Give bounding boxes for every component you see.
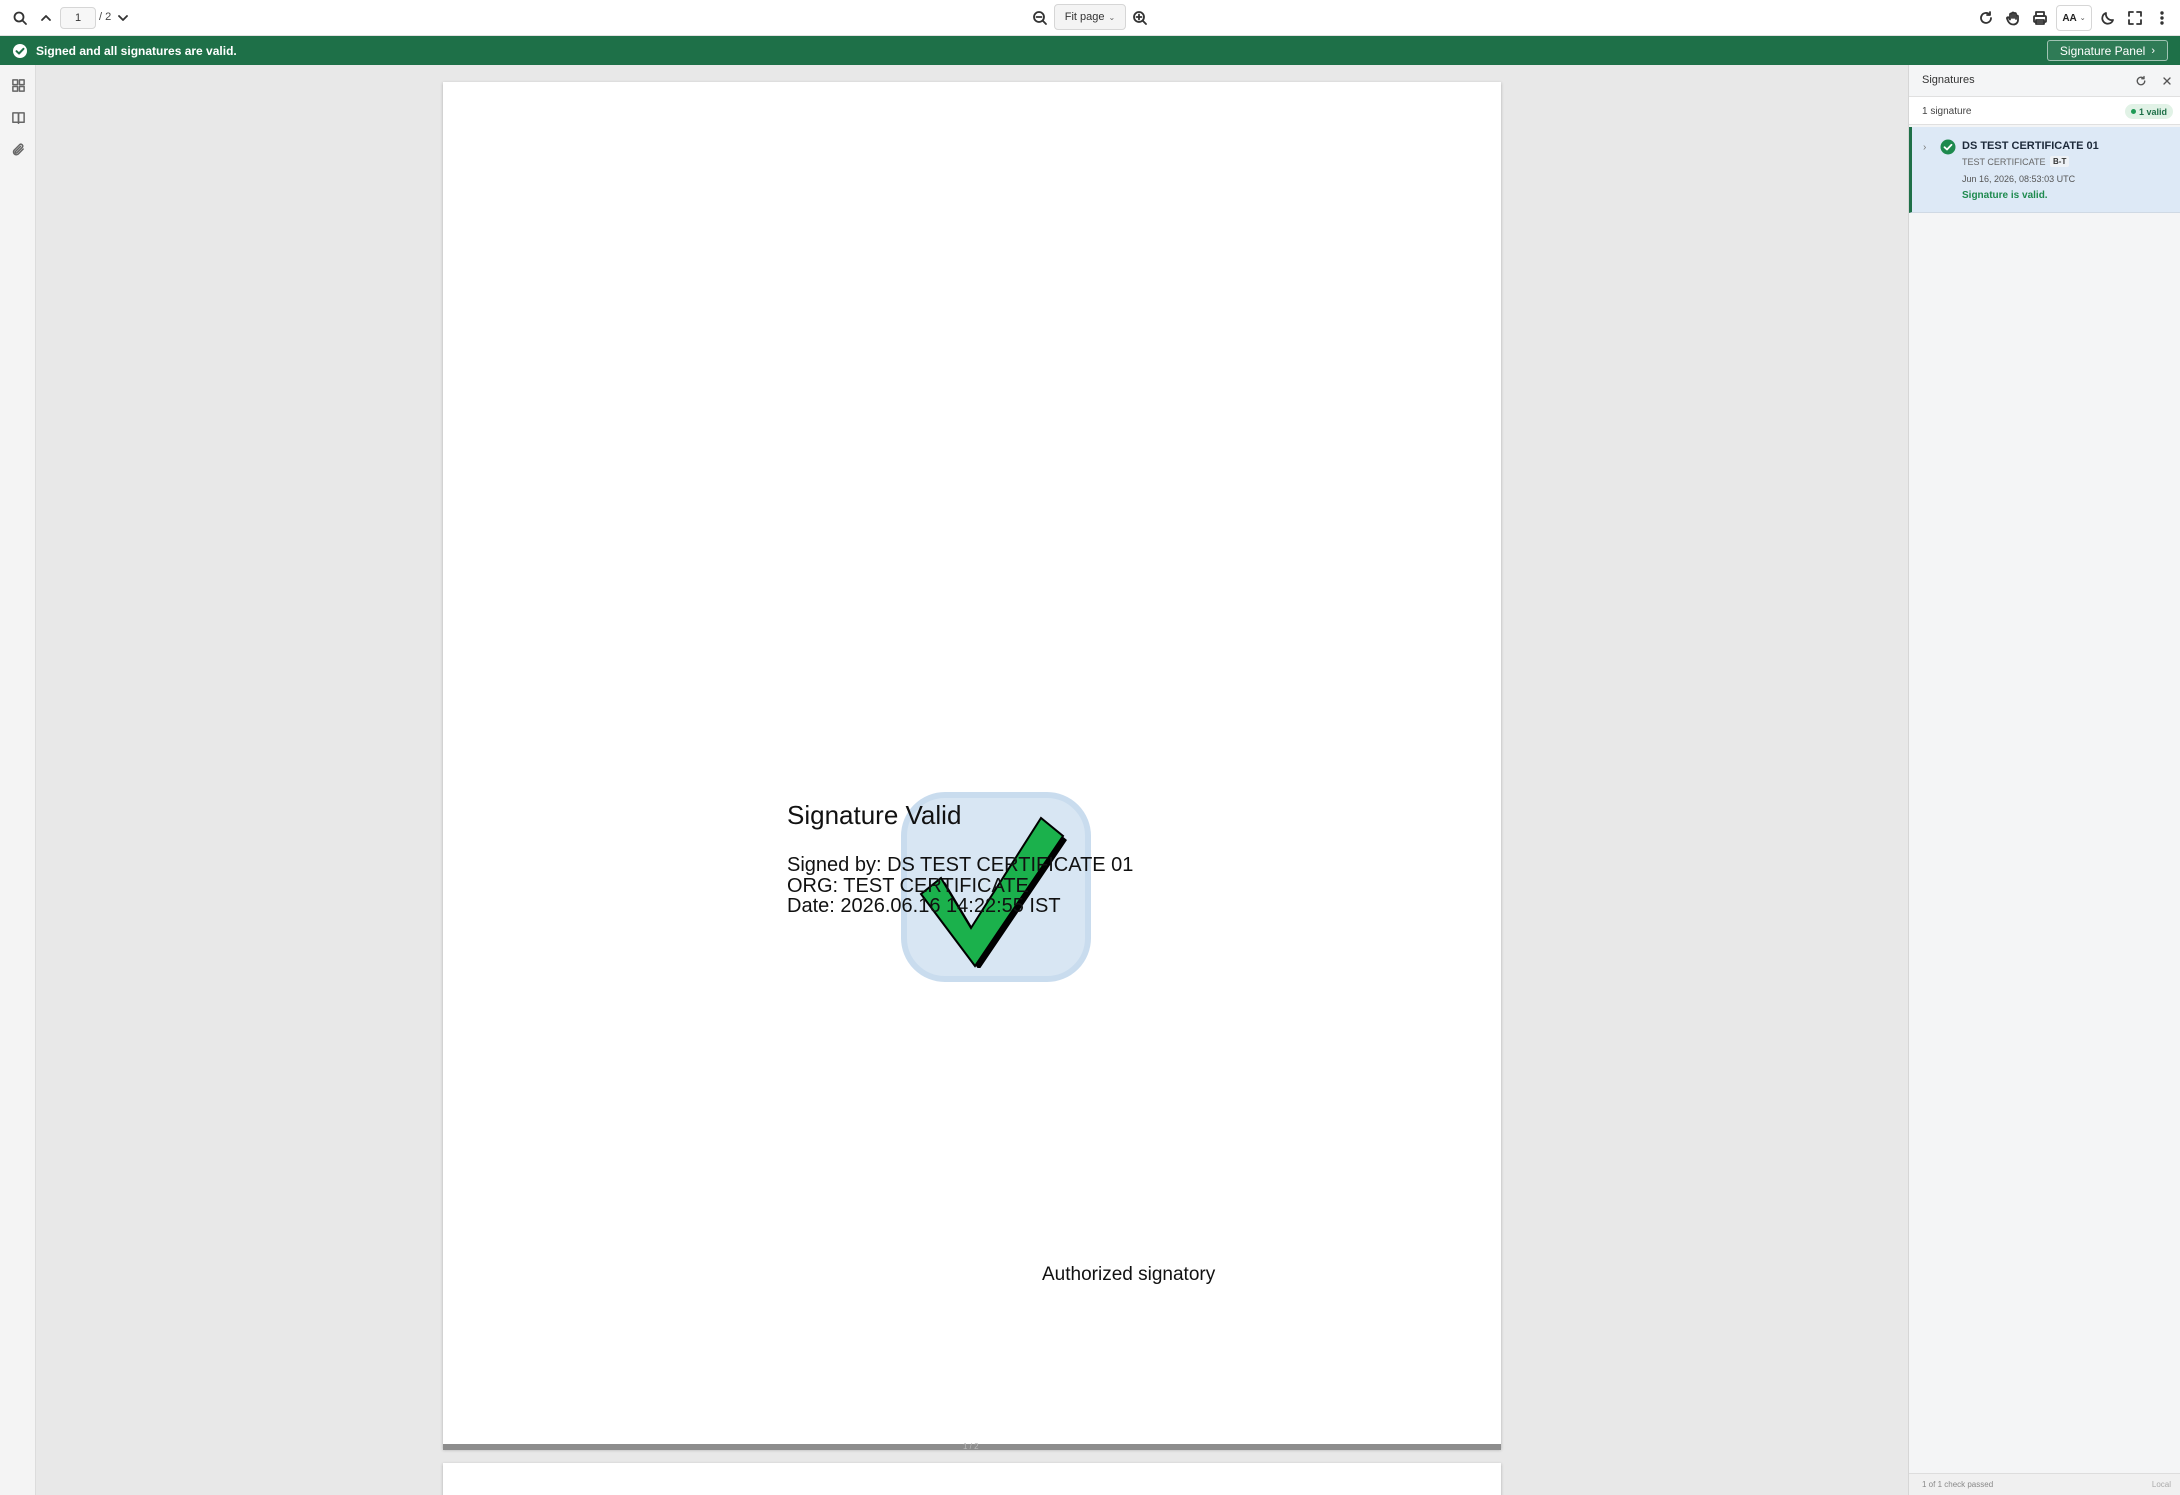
signature-status: Signature is valid. xyxy=(1962,190,2048,201)
refresh-icon[interactable] xyxy=(2133,73,2149,89)
shield-check-icon xyxy=(13,43,27,58)
left-rail xyxy=(0,65,36,1495)
signature-level-badge: B-T xyxy=(2050,156,2070,167)
refresh-icon[interactable] xyxy=(1974,6,1998,30)
signer-name: DS TEST CERTIFICATE 01 xyxy=(1962,140,2099,152)
valid-check-icon xyxy=(1940,139,1956,155)
signature-date: Jun 16, 2026, 08:53:03 UTC xyxy=(1962,174,2076,184)
print-icon[interactable] xyxy=(2028,6,2052,30)
signatures-panel-header: Signatures xyxy=(1909,65,2180,97)
pdf-page-2 xyxy=(443,1463,1501,1495)
valid-badge: 1 valid xyxy=(2124,104,2173,119)
outline-icon[interactable] xyxy=(8,107,28,127)
font-size-toggle-label: AA xyxy=(2062,12,2077,24)
moon-icon[interactable] xyxy=(2096,6,2120,30)
authorized-signatory: Authorized signatory xyxy=(1042,1264,1216,1285)
hand-icon[interactable] xyxy=(2001,6,2025,30)
chevron-up-icon[interactable] xyxy=(34,6,58,30)
zoom-select-label: Fit page xyxy=(1064,11,1105,23)
page-number-input[interactable] xyxy=(60,7,96,29)
banner-text: Signed and all signatures are valid. xyxy=(36,43,237,58)
status-dot-icon xyxy=(2130,109,2136,114)
chevron-right-icon: › xyxy=(2151,44,2155,57)
document-viewer[interactable]: Signature Valid Signed by: DS TEST CERTI… xyxy=(36,65,1908,1495)
signer-org: TEST CERTIFICATE xyxy=(1962,157,2046,167)
signature-count-row: 1 signature 1 valid xyxy=(1909,97,2180,125)
thumbnails-icon[interactable] xyxy=(8,75,28,95)
signature-count: 1 signature xyxy=(1922,106,1972,117)
signatures-panel-footer: 1 of 1 check passed Local xyxy=(1909,1473,2180,1495)
signature-card[interactable]: › DS TEST CERTIFICATE 01 TEST CERTIFICAT… xyxy=(1909,127,2180,213)
pdf-page-1: Signature Valid Signed by: DS TEST CERTI… xyxy=(443,82,1501,1449)
zoom-in-icon[interactable] xyxy=(1128,6,1152,30)
signature-title: Signature Valid xyxy=(787,800,962,830)
attachment-icon[interactable] xyxy=(8,139,28,159)
valid-badge-label: 1 valid xyxy=(2138,106,2167,117)
date-line: Date: 2026.06.16 14:22:55 IST xyxy=(787,895,1061,917)
fullscreen-icon[interactable] xyxy=(2123,6,2147,30)
signature-panel-button-label: Signature Panel xyxy=(2059,43,2146,58)
zoom-out-icon[interactable] xyxy=(1028,6,1052,30)
font-size-toggle[interactable]: AA ⌄ xyxy=(2056,5,2092,31)
chevron-right-icon[interactable]: › xyxy=(1923,142,1926,153)
signed-by-line: Signed by: DS TEST CERTIFICATE 01 xyxy=(787,854,1134,876)
close-icon[interactable] xyxy=(2159,73,2175,89)
page-separator: 1 / 2 xyxy=(443,1442,1501,1451)
page-total: / 2 xyxy=(99,11,112,23)
more-icon[interactable] xyxy=(2150,6,2174,30)
validation-mode: Local xyxy=(2151,1480,2171,1489)
signatures-panel: Signatures 1 signature 1 valid › DS TEST… xyxy=(1908,65,2180,1495)
signatures-panel-title: Signatures xyxy=(1922,74,1975,86)
chevron-down-icon[interactable] xyxy=(111,6,135,30)
search-icon[interactable] xyxy=(8,6,32,30)
chevron-down-icon: ⌄ xyxy=(2079,15,2086,22)
zoom-select[interactable]: Fit page ⌄ xyxy=(1054,4,1126,30)
chevron-down-icon: ⌄ xyxy=(1108,12,1116,22)
top-toolbar: / 2 Fit page ⌄ AA ⌄ xyxy=(0,0,2180,36)
page-separator-label: 1 / 2 xyxy=(963,1442,979,1451)
validation-banner: Signed and all signatures are valid. Sig… xyxy=(0,36,2180,65)
signature-panel-button[interactable]: Signature Panel › xyxy=(2046,40,2168,61)
checks-summary: 1 of 1 check passed xyxy=(1922,1480,1994,1489)
